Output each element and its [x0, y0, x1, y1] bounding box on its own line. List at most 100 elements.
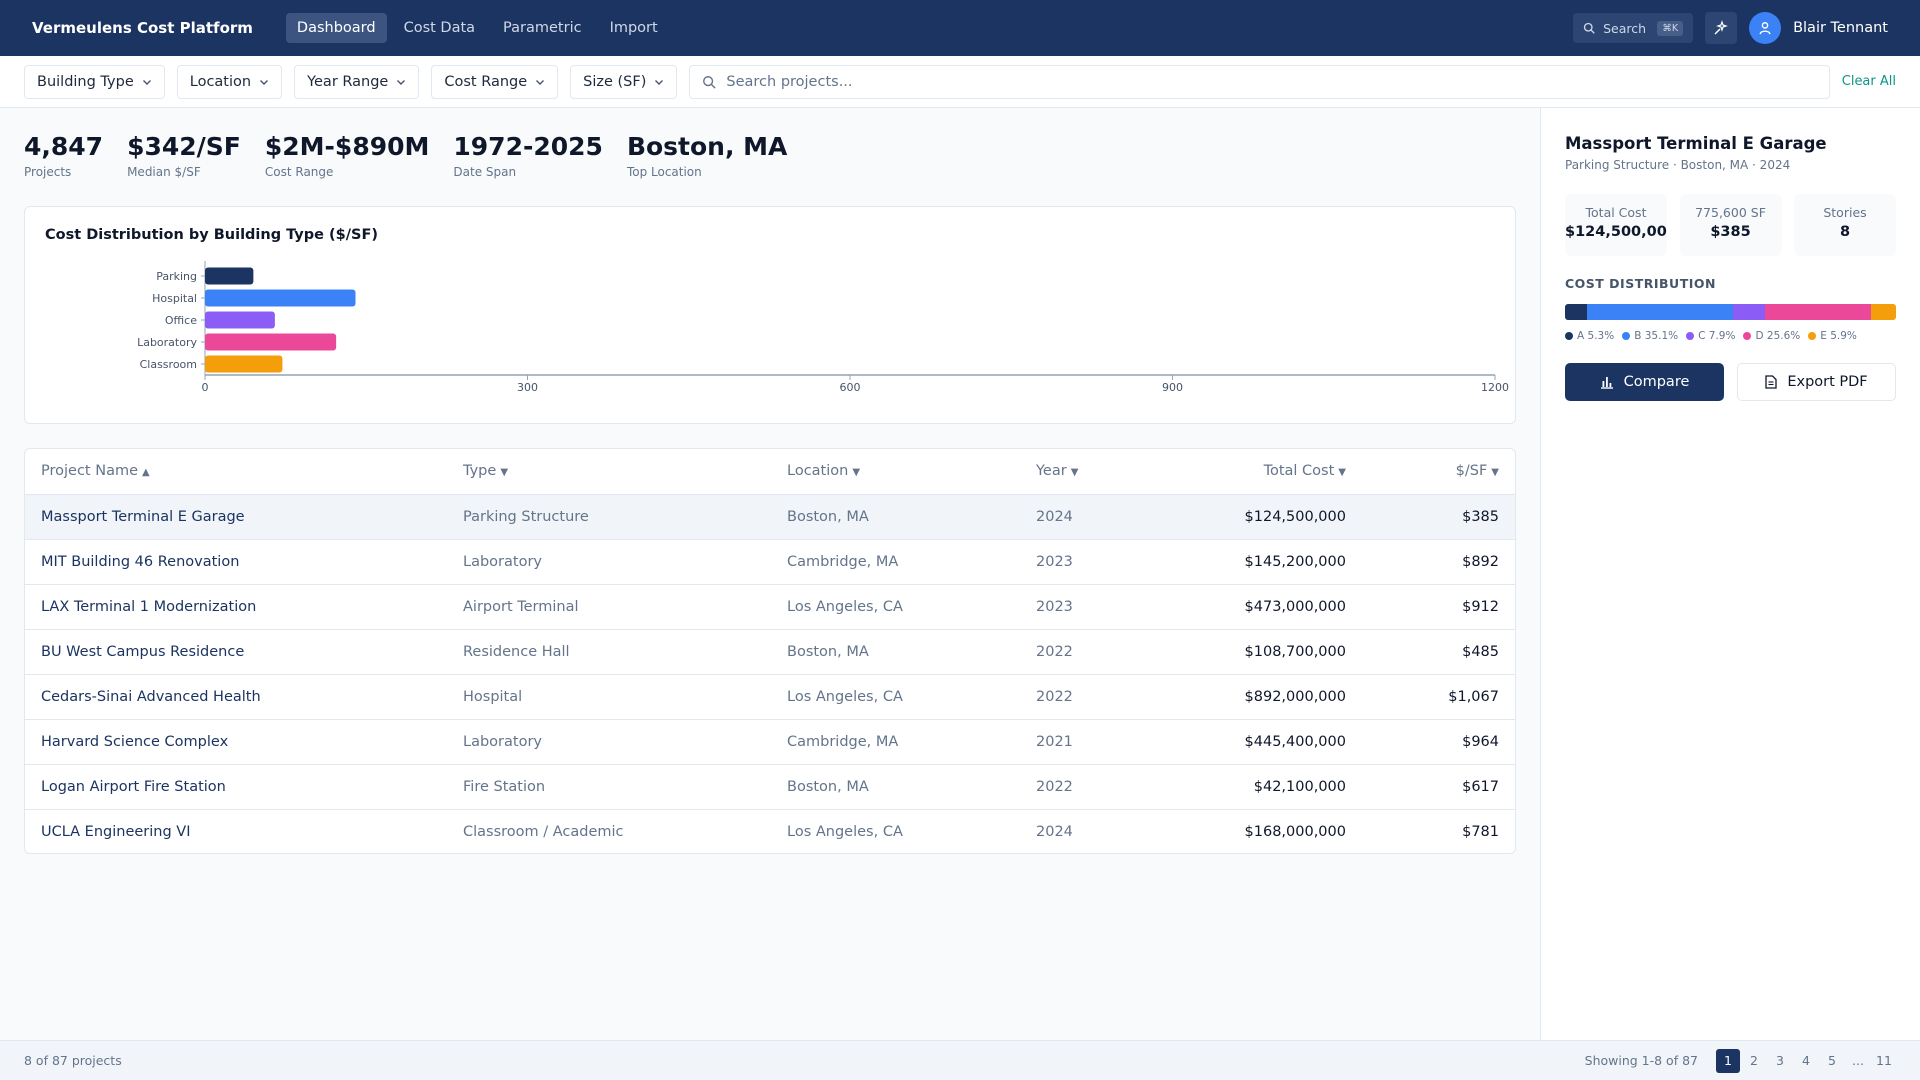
- stat-value: $342/SF: [127, 132, 241, 161]
- filter-location[interactable]: Location: [176, 64, 283, 99]
- stat-value: 1972-2025: [453, 132, 603, 161]
- stat-label: Cost Range: [264, 165, 334, 179]
- x-tick-label: 300: [517, 381, 538, 394]
- table-row[interactable]: Logan Airport Fire Station Fire Station …: [25, 764, 1515, 810]
- filter-building-type[interactable]: Building Type: [24, 64, 165, 99]
- search-shortcut: ⌘K: [1657, 20, 1684, 36]
- cell-project-name[interactable]: MIT Building 46 Renovation: [25, 539, 447, 585]
- page-ellipsis: ...: [1852, 1053, 1864, 1068]
- stat-label: Projects: [24, 165, 72, 179]
- distribution-segment: [1565, 304, 1587, 320]
- cell-location: Boston, MA: [771, 494, 1020, 540]
- cell-total-cost: $145,200,000: [1170, 539, 1362, 585]
- chevron-down-icon: [655, 79, 664, 85]
- x-tick-label: 1200: [1481, 381, 1509, 394]
- page-button[interactable]: 1: [1716, 1048, 1740, 1073]
- table-row[interactable]: LAX Terminal 1 Modernization Airport Ter…: [25, 584, 1515, 630]
- col-year[interactable]: Year ▼: [1020, 449, 1170, 495]
- cell-cost-per-sf: $1,067: [1362, 674, 1515, 720]
- stat-cost-range: $2M-$890M Cost Range: [265, 132, 430, 179]
- filter-cost-range[interactable]: Cost Range: [431, 64, 559, 99]
- compare-button[interactable]: Compare: [1565, 363, 1724, 401]
- col-project-name[interactable]: Project Name ▲: [25, 449, 447, 495]
- sort-desc-icon: ▼: [1491, 467, 1499, 479]
- cell-type: Laboratory: [447, 719, 771, 765]
- cell-total-cost: $108,700,000: [1170, 629, 1362, 675]
- cell-project-name[interactable]: Logan Airport Fire Station: [25, 764, 447, 810]
- cell-location: Los Angeles, CA: [771, 674, 1020, 720]
- cell-location: Boston, MA: [771, 764, 1020, 810]
- bar-office: [205, 311, 275, 329]
- cell-cost-per-sf: $617: [1362, 764, 1515, 810]
- cell-project-name[interactable]: Cedars-Sinai Advanced Health: [25, 674, 447, 720]
- sort-desc-icon: ▼: [852, 467, 861, 479]
- filter-label: Location: [189, 73, 252, 90]
- cell-project-name[interactable]: BU West Campus Residence: [25, 629, 447, 675]
- metric-value: $385: [1710, 224, 1751, 240]
- cell-year: 2021: [1020, 719, 1170, 765]
- global-search-button[interactable]: Search ⌘K: [1573, 13, 1694, 43]
- metric-label: Stories: [1823, 205, 1867, 220]
- chevron-down-icon: [260, 79, 269, 85]
- table-row[interactable]: Cedars-Sinai Advanced Health Hospital Lo…: [25, 674, 1515, 720]
- table-row[interactable]: Harvard Science Complex Laboratory Cambr…: [25, 719, 1515, 765]
- page-button[interactable]: 2: [1742, 1049, 1766, 1073]
- legend-item: A 5.3%: [1565, 330, 1614, 342]
- detail-metrics: Total Cost $124,500,000 775,600 SF $385 …: [1565, 194, 1896, 256]
- cell-project-name[interactable]: LAX Terminal 1 Modernization: [25, 584, 447, 630]
- export-label: Export PDF: [1787, 374, 1868, 390]
- filter-label: Size (SF): [583, 73, 647, 90]
- col-cost-per-sf[interactable]: $/SF ▼: [1362, 449, 1515, 495]
- user-name[interactable]: Blair Tennant: [1793, 20, 1888, 36]
- project-search-input[interactable]: [726, 73, 1817, 90]
- y-tick-label: Office: [165, 314, 197, 327]
- cell-project-name[interactable]: Massport Terminal E Garage: [25, 494, 447, 540]
- table-row[interactable]: BU West Campus Residence Residence Hall …: [25, 629, 1515, 675]
- filter-size[interactable]: Size (SF): [570, 64, 678, 99]
- metric-label: Total Cost: [1585, 205, 1647, 220]
- bar-laboratory: [205, 333, 337, 351]
- detail-actions: Compare Export PDF: [1565, 363, 1896, 401]
- nav-link-import[interactable]: Import: [599, 13, 669, 43]
- export-pdf-button[interactable]: Export PDF: [1737, 363, 1896, 401]
- col-type[interactable]: Type ▼: [447, 449, 771, 495]
- distribution-segment: [1765, 304, 1872, 320]
- page-button[interactable]: 3: [1768, 1049, 1792, 1073]
- page-button[interactable]: 11: [1872, 1049, 1896, 1073]
- showing-range: Showing 1-8 of 87: [1584, 1053, 1698, 1068]
- page-button[interactable]: 4: [1794, 1049, 1818, 1073]
- cell-location: Boston, MA: [771, 629, 1020, 675]
- cell-cost-per-sf: $781: [1462, 823, 1499, 840]
- table-row[interactable]: MIT Building 46 Renovation Laboratory Ca…: [25, 539, 1515, 585]
- stat-top-location: Boston, MA Top Location: [627, 132, 787, 179]
- cell-total-cost: $42,100,000: [1170, 764, 1362, 810]
- nav-link-parametric[interactable]: Parametric: [492, 13, 593, 43]
- cell-location: Los Angeles, CA: [787, 823, 903, 840]
- cost-distribution-chart: Cost Distribution by Building Type ($/SF…: [24, 206, 1516, 424]
- table-row[interactable]: UCLA Engineering VI Classroom / Academic…: [25, 809, 1515, 853]
- y-tick-label: Classroom: [140, 358, 197, 371]
- table-row[interactable]: Massport Terminal E Garage Parking Struc…: [25, 494, 1515, 540]
- distribution-segment: [1732, 304, 1766, 320]
- cell-project-name[interactable]: Harvard Science Complex: [25, 719, 447, 765]
- project-search: [689, 64, 1830, 99]
- legend-label: D 25.6%: [1755, 330, 1801, 342]
- col-total-cost[interactable]: Total Cost ▼: [1170, 449, 1362, 495]
- stat-date-span: 1972-2025 Date Span: [453, 132, 603, 179]
- cell-type: Laboratory: [447, 539, 771, 585]
- cell-project-name[interactable]: UCLA Engineering VI: [25, 809, 447, 853]
- user-avatar[interactable]: [1749, 12, 1782, 44]
- detail-title: Massport Terminal E Garage: [1565, 134, 1827, 153]
- nav-link-dashboard[interactable]: Dashboard: [285, 13, 387, 43]
- clear-all-link[interactable]: Clear All: [1842, 74, 1896, 89]
- col-location[interactable]: Location ▼: [771, 449, 1020, 495]
- cell-cost-per-sf: $485: [1362, 629, 1515, 675]
- search-label: Search: [1603, 20, 1647, 36]
- ai-assist-button[interactable]: [1705, 12, 1738, 44]
- legend-dot-icon: [1622, 332, 1631, 340]
- nav-link-cost-data[interactable]: Cost Data: [393, 13, 486, 43]
- filter-year-range[interactable]: Year Range: [294, 64, 420, 99]
- table-header-row: Project Name ▲ Type ▼ Location ▼ Year ▼ Tota…: [25, 449, 1515, 495]
- page-button[interactable]: 5: [1820, 1049, 1844, 1073]
- legend-item: E 5.9%: [1808, 330, 1857, 342]
